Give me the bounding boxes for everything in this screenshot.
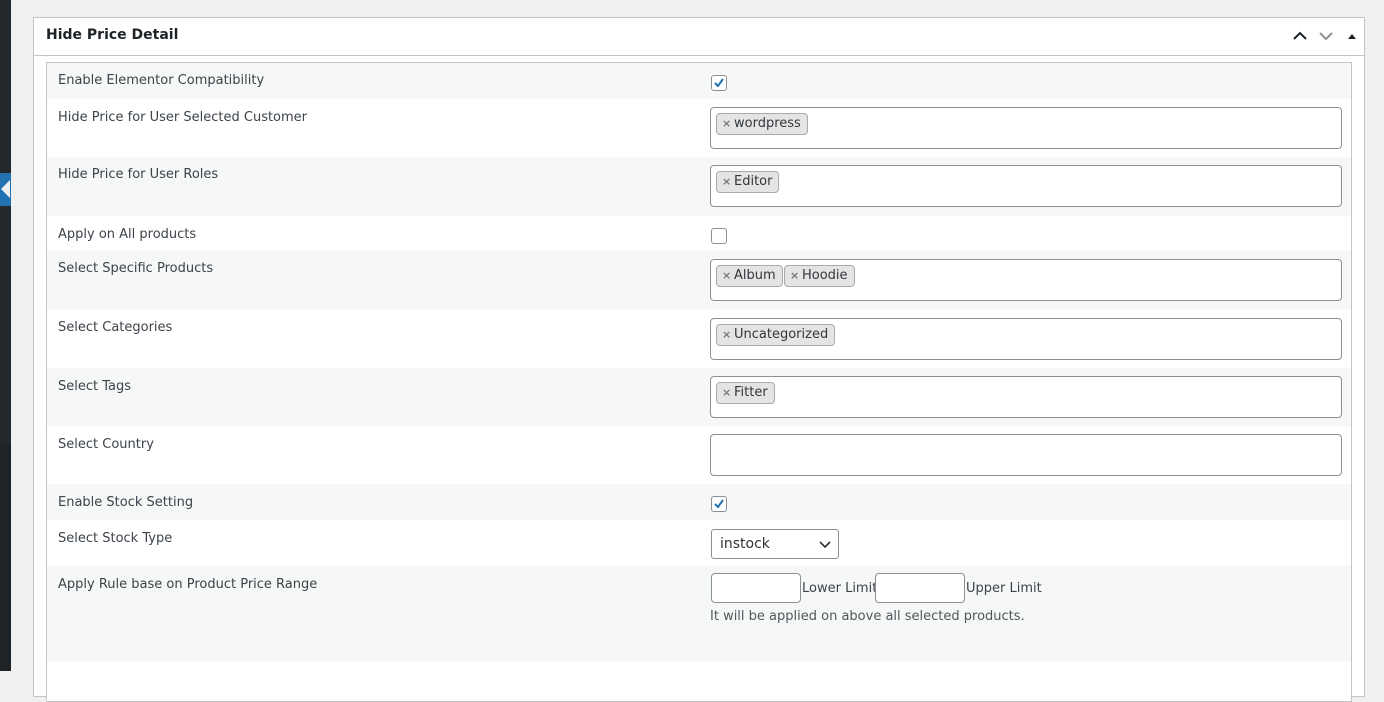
settings-table: Enable Elementor Compatibility Hide Pric… [46, 62, 1352, 702]
tag-chip: × Fitter [716, 382, 775, 404]
elementor-checkbox[interactable] [711, 75, 727, 91]
tag-chip: × Hoodie [784, 265, 855, 287]
elementor-label: Enable Elementor Compatibility [58, 73, 265, 88]
country-label: Select Country [58, 437, 154, 452]
tag-chip: × Album [716, 265, 783, 287]
tag-chip: × Editor [716, 171, 780, 193]
remove-tag-icon[interactable]: × [790, 266, 799, 286]
remove-tag-icon[interactable]: × [722, 172, 731, 192]
customers-label: Hide Price for User Selected Customer [58, 110, 308, 125]
roles-label: Hide Price for User Roles [58, 167, 219, 182]
upper-limit-label: Upper Limit [966, 581, 1042, 596]
collapse-arrow-icon[interactable] [1, 180, 10, 198]
lower-limit-label: Lower Limit [802, 581, 878, 596]
row-country: Select Country [47, 426, 1351, 484]
row-customers: Hide Price for User Selected Customer × w… [47, 99, 1351, 157]
all-products-label: Apply on All products [58, 227, 197, 242]
row-price-range: Apply Rule base on Product Price Range L… [47, 566, 1351, 662]
chevron-down-icon[interactable] [1317, 27, 1335, 45]
chevron-down-icon [819, 541, 831, 549]
row-roles: Hide Price for User Roles × Editor [47, 157, 1351, 216]
roles-select[interactable]: × Editor [710, 165, 1342, 207]
products-label: Select Specific Products [58, 261, 214, 276]
remove-tag-icon[interactable]: × [722, 325, 731, 345]
row-elementor: Enable Elementor Compatibility [47, 63, 1351, 99]
tags-label: Select Tags [58, 379, 132, 394]
stock-setting-label: Enable Stock Setting [58, 495, 194, 510]
row-categories: Select Categories × Uncategorized [47, 309, 1351, 368]
stock-type-label: Select Stock Type [58, 531, 173, 546]
tag-chip: × Uncategorized [716, 324, 836, 346]
row-stock-type: Select Stock Type instock [47, 520, 1351, 566]
panel-title: Hide Price Detail [46, 27, 179, 43]
country-select[interactable] [710, 434, 1342, 476]
admin-menu-edge [0, 0, 11, 671]
row-tags: Select Tags × Fitter [47, 368, 1351, 426]
row-all-products: Apply on All products [47, 216, 1351, 250]
price-range-label: Apply Rule base on Product Price Range [58, 577, 318, 592]
triangle-up-icon[interactable] [1343, 27, 1361, 45]
tags-select[interactable]: × Fitter [710, 376, 1342, 418]
tag-chip: × wordpress [716, 113, 808, 135]
row-products: Select Specific Products × Album × Hoodie [47, 250, 1351, 309]
hide-price-detail-panel: Hide Price Detail Enable Elementor Compa… [33, 17, 1365, 702]
price-range-hint: It will be applied on above all selected… [710, 609, 1025, 624]
stock-type-select[interactable]: instock [711, 529, 839, 559]
products-select[interactable]: × Album × Hoodie [710, 259, 1342, 301]
remove-tag-icon[interactable]: × [722, 383, 731, 403]
categories-label: Select Categories [58, 320, 173, 335]
panel-header: Hide Price Detail [34, 18, 1364, 56]
lower-limit-input[interactable] [711, 573, 801, 603]
all-products-checkbox[interactable] [711, 228, 727, 244]
stock-setting-checkbox[interactable] [711, 496, 727, 512]
chevron-up-icon[interactable] [1291, 27, 1309, 45]
categories-select[interactable]: × Uncategorized [710, 318, 1342, 360]
customers-select[interactable]: × wordpress [710, 107, 1342, 149]
row-stock-setting: Enable Stock Setting [47, 484, 1351, 520]
remove-tag-icon[interactable]: × [722, 266, 731, 286]
upper-limit-input[interactable] [875, 573, 965, 603]
stock-type-value: instock [720, 536, 770, 552]
remove-tag-icon[interactable]: × [722, 114, 731, 134]
